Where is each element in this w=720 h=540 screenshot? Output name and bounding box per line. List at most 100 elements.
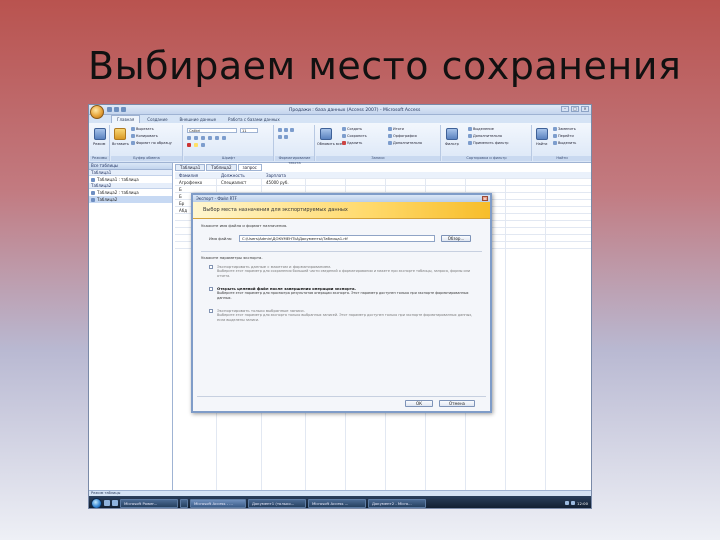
redo-icon[interactable] — [121, 107, 126, 112]
taskbar-button[interactable]: Microsoft Access ... — [308, 498, 366, 508]
save-icon[interactable] — [107, 107, 112, 112]
advanced-filter-button[interactable]: Дополнительно — [468, 134, 502, 138]
new-record-button[interactable]: Создать — [342, 127, 362, 131]
indent-icon[interactable] — [278, 128, 282, 132]
totals-button[interactable]: Итоги — [388, 127, 404, 131]
save-record-icon — [342, 134, 346, 138]
start-button[interactable] — [91, 497, 102, 508]
toggle-filter-icon — [468, 141, 472, 145]
align-left-icon[interactable] — [208, 136, 212, 140]
cancel-button[interactable]: Отмена — [439, 400, 475, 407]
italic-icon[interactable] — [194, 136, 198, 140]
align-right-icon[interactable] — [222, 136, 226, 140]
undo-icon[interactable] — [114, 107, 119, 112]
replace-button[interactable]: Заменить — [553, 127, 576, 131]
doc-tab-active[interactable]: запрос — [237, 164, 262, 171]
nav-item-table[interactable]: Таблица2 : таблица — [89, 189, 172, 196]
tab-create[interactable]: Создание — [142, 116, 172, 123]
outdent-icon[interactable] — [284, 128, 288, 132]
table-cell[interactable]: Агрофенко — [179, 179, 202, 186]
save-record-button[interactable]: Сохранить — [342, 134, 367, 138]
table-cell[interactable]: Специалист — [221, 179, 246, 186]
toggle-filter-button[interactable]: Применить фильтр — [468, 141, 509, 145]
view-icon[interactable] — [94, 128, 106, 140]
office-button[interactable] — [90, 105, 104, 119]
tab-home[interactable]: Главная — [111, 115, 141, 123]
gridlines-icon[interactable] — [201, 143, 205, 147]
advanced-filter-icon — [468, 134, 472, 138]
table-row[interactable]: Агрофенко Специалист 45000 руб. — [175, 179, 591, 186]
window-title: Продажи : база данных (Access 2007) - Mi… — [289, 107, 421, 113]
selection-filter-button[interactable]: Выделение — [468, 127, 494, 131]
ribbon-tabs: Главная Создание Внешние данные Работа с… — [89, 115, 591, 123]
open-after-export-checkbox[interactable] — [209, 287, 213, 291]
goto-button[interactable]: Перейти — [553, 134, 574, 138]
tab-database-tools[interactable]: Работа с базами данных — [223, 116, 285, 123]
font-name-combo[interactable]: Calibri — [187, 128, 237, 133]
taskbar-button-active[interactable]: Microsoft Access - ... — [190, 498, 246, 508]
clock[interactable]: 12:00 — [577, 501, 588, 506]
group-clipboard: Вставить Вырезать Копировать Формат по о… — [111, 125, 183, 161]
more-records-button[interactable]: Дополнительно — [388, 141, 422, 145]
file-name-input[interactable]: C:\Users\Admin\ДОКУМЕНТЫ\Документы\Табли… — [239, 235, 435, 242]
cut-button[interactable]: Вырезать — [131, 127, 154, 131]
group-label-sort-filter: Сортировка и фильтр — [442, 156, 531, 161]
dialog-header: Выбор места назначения для экспортируемы… — [193, 202, 490, 219]
table-cell[interactable]: Бр — [179, 200, 184, 207]
volume-icon[interactable] — [571, 501, 576, 505]
table-cell[interactable]: Б — [179, 193, 182, 200]
intro-text: Укажите имя файла и формат назначения. — [201, 223, 288, 228]
close-window-icon[interactable]: × — [581, 106, 589, 112]
dialog-close-icon[interactable]: × — [482, 196, 488, 201]
replace-label: Заменить — [558, 127, 576, 131]
minimize-icon[interactable]: – — [561, 106, 569, 112]
table-row[interactable]: Б — [175, 186, 591, 193]
folder-icon[interactable] — [112, 500, 118, 506]
refresh-all-icon[interactable] — [320, 128, 332, 140]
group-find: Найти Заменить Перейти Выделить Найти — [533, 125, 591, 161]
binoculars-icon[interactable] — [536, 128, 548, 140]
network-icon[interactable] — [565, 501, 570, 505]
group-sort-filter: Фильтр Выделение Дополнительно Применить… — [442, 125, 532, 161]
browse-button[interactable]: Обзор... — [441, 235, 471, 242]
font-size-combo[interactable]: 11 — [240, 128, 258, 133]
select-button[interactable]: Выделить — [553, 141, 576, 145]
spelling-button[interactable]: Орфография — [388, 134, 417, 138]
table-cell[interactable]: Абд — [179, 207, 187, 214]
filter-icon[interactable] — [446, 128, 458, 140]
numbering-icon[interactable] — [278, 135, 282, 139]
column-header[interactable]: Должность — [221, 172, 245, 179]
fill-color-icon[interactable] — [194, 143, 198, 147]
rich-text-row2 — [278, 135, 288, 139]
paste-icon[interactable] — [114, 128, 126, 140]
ok-button[interactable]: ОК — [405, 400, 433, 407]
format-painter-button[interactable]: Формат по образцу — [131, 141, 172, 145]
taskbar-button[interactable]: Документ1 (только... — [248, 498, 306, 508]
bullets-icon[interactable] — [290, 128, 294, 132]
bold-icon[interactable] — [187, 136, 191, 140]
underline-icon[interactable] — [201, 136, 205, 140]
taskbar-button[interactable]: Документ2 - Micro... — [368, 498, 426, 508]
maximize-icon[interactable]: □ — [571, 106, 579, 112]
ie-icon[interactable] — [104, 500, 110, 506]
selected-records-checkbox[interactable] — [209, 309, 213, 313]
copy-button[interactable]: Копировать — [131, 134, 158, 138]
align-center-icon[interactable] — [215, 136, 219, 140]
layout-checkbox[interactable] — [209, 265, 213, 269]
table-cell[interactable]: Б — [179, 186, 182, 193]
doc-tab[interactable]: Таблица2 — [206, 164, 237, 171]
highlight-icon[interactable] — [284, 135, 288, 139]
doc-tab[interactable]: Таблица1 — [175, 164, 206, 171]
font-color-icon[interactable] — [187, 143, 191, 147]
taskbar-button[interactable]: Microsoft Power... — [120, 498, 178, 508]
table-cell[interactable]: 45000 руб. — [266, 179, 289, 186]
taskbar-button[interactable] — [180, 498, 188, 508]
nav-item-query[interactable]: Таблица2 — [89, 196, 172, 203]
tab-external-data[interactable]: Внешние данные — [175, 116, 222, 123]
column-header[interactable]: Фамилия — [179, 172, 198, 179]
column-header[interactable]: Зарплата — [266, 172, 286, 179]
nav-header[interactable]: Все таблицы — [89, 163, 172, 170]
group-label-clipboard: Буфер обмена — [111, 156, 182, 161]
delete-record-button[interactable]: Удалить — [342, 141, 362, 145]
nav-item-table[interactable]: Таблица1 : таблица — [89, 176, 172, 183]
